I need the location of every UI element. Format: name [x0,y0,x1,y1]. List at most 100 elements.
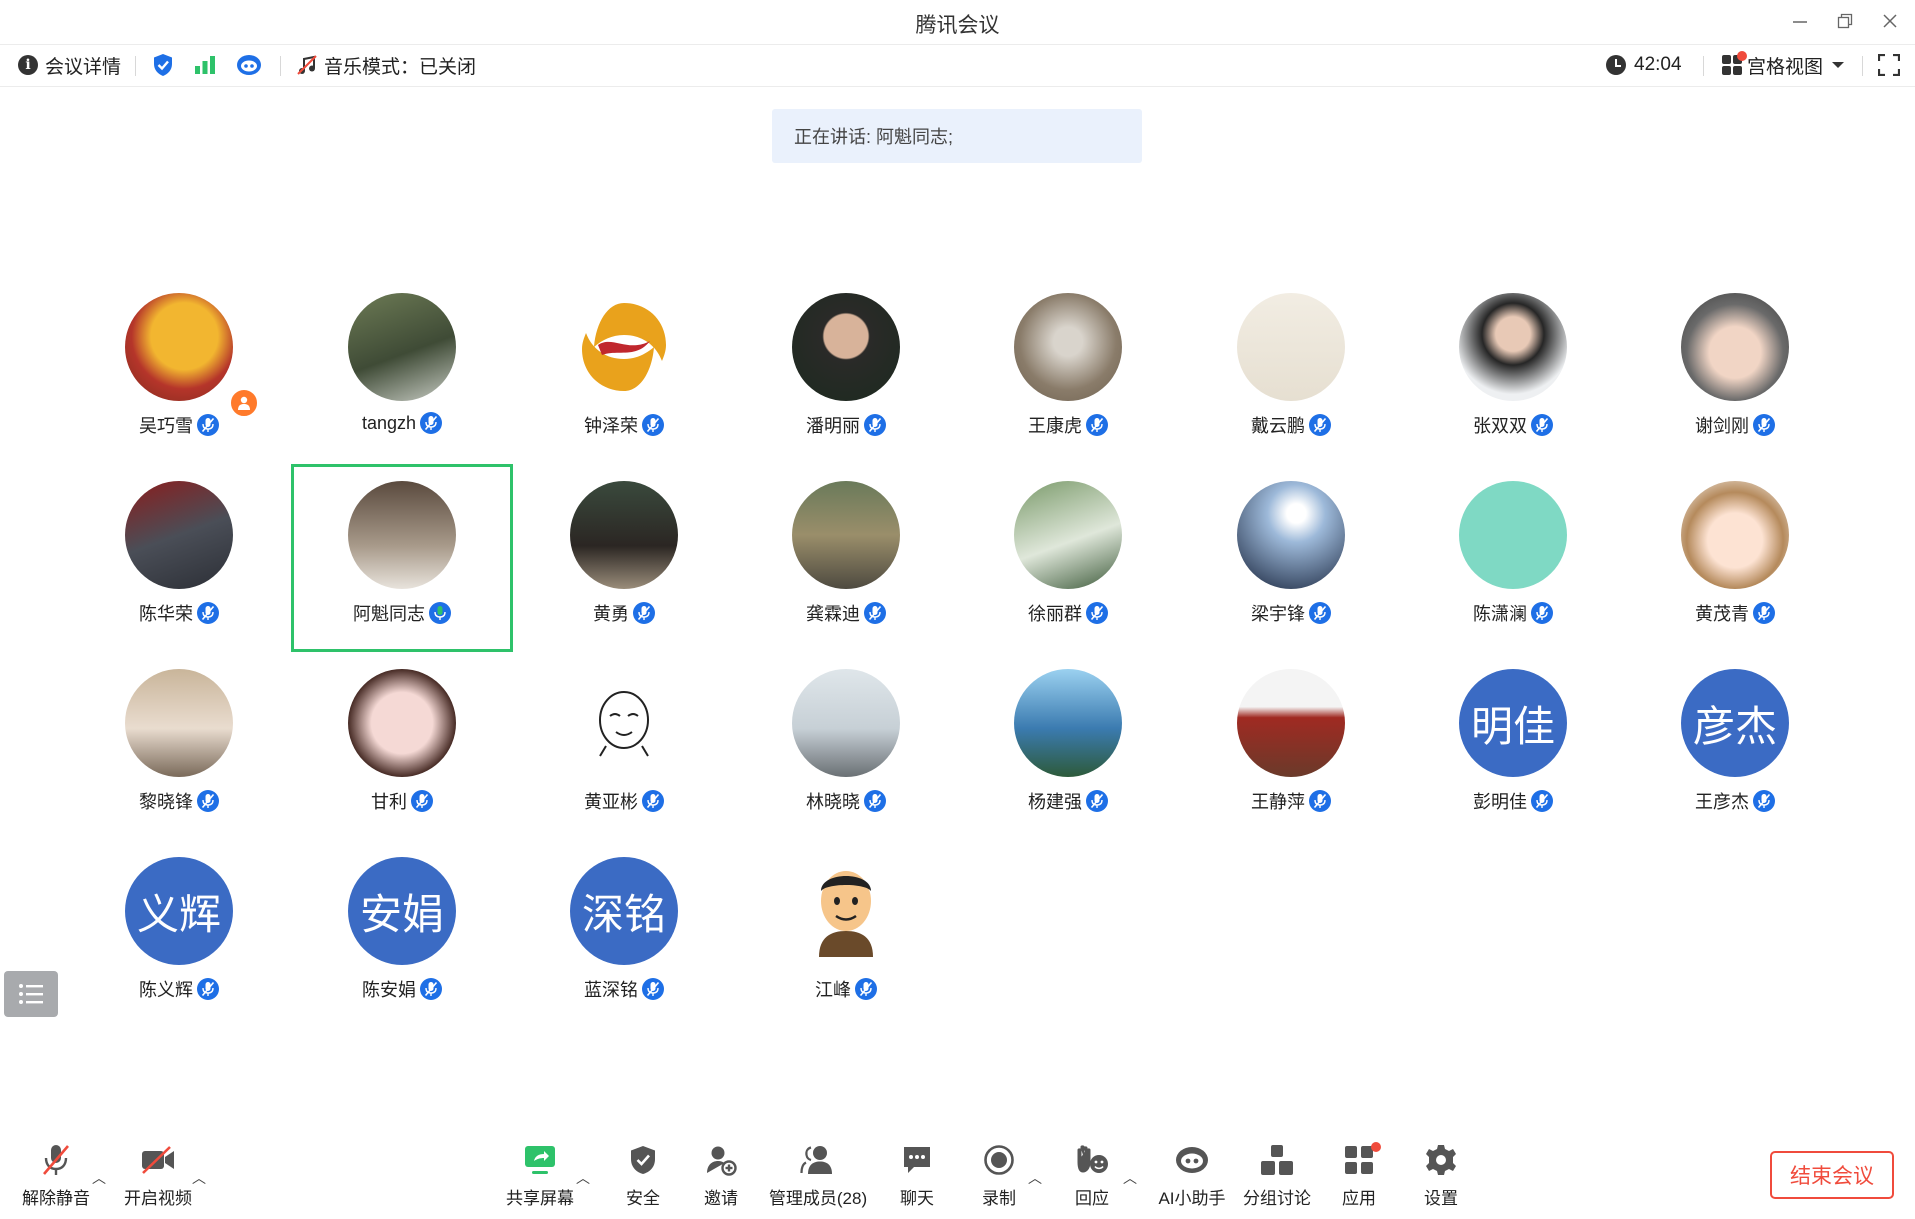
participant-name-row: 王彦杰 [1624,788,1846,814]
chat-button[interactable]: 聊天 [892,1140,942,1210]
cartoon-avatar-icon [819,871,873,957]
minimize-button[interactable] [1780,6,1820,36]
participant-tile[interactable]: 吴巧雪 [68,276,290,464]
record-options-caret[interactable]: ︿ [1028,1168,1042,1188]
participant-name-row: 王静萍 [1180,788,1402,814]
chat-bubble-icon [904,1147,930,1173]
participant-tile[interactable]: 黄勇 [513,464,735,652]
participant-tile[interactable]: tangzh [291,276,513,464]
avatar-initials: 彦杰 [1681,669,1789,777]
participant-name-row: 张双双 [1402,412,1624,438]
participant-name-row: tangzh [291,412,513,434]
timer-value: 42:04 [1634,54,1682,75]
participant-name: 阿魁同志 [353,604,425,624]
mic-muted-icon [420,412,443,434]
participant-tile[interactable]: 王静萍 [1180,652,1402,840]
start-video-label: 开启视频 [124,1189,192,1208]
manage-members-button[interactable]: 管理成员(28) [766,1140,870,1210]
participant-name-row: 蓝深铭 [513,976,735,1002]
mic-muted-icon [1086,414,1108,436]
breakout-rooms-button[interactable]: 分组讨论 [1242,1140,1312,1210]
mic-muted-icon [420,978,442,1000]
audio-options-caret[interactable]: ︿ [92,1168,106,1188]
apps-button[interactable]: 应用 [1334,1140,1384,1210]
security-status-button[interactable] [152,52,174,78]
avatar-initials: 明佳 [1459,669,1567,777]
participant-tile[interactable]: 陈潇澜 [1402,464,1624,652]
members-icon [800,1146,832,1174]
reactions-options-caret[interactable]: ︿ [1123,1168,1137,1188]
participant-name-row: 陈华荣 [68,600,290,626]
restore-button[interactable] [1825,6,1865,36]
participant-tile[interactable]: 彦杰 王彦杰 [1624,652,1846,840]
unmute-button[interactable]: 解除静音 [18,1140,94,1210]
participant-name: 陈潇澜 [1473,604,1527,624]
share-options-caret[interactable]: ︿ [576,1168,590,1188]
settings-label: 设置 [1424,1189,1458,1208]
video-options-caret[interactable]: ︿ [192,1168,206,1188]
participant-name: 王静萍 [1251,792,1305,812]
mic-muted-icon [411,790,433,812]
share-screen-icon [525,1146,555,1174]
participant-name-row: 彭明佳 [1402,788,1624,814]
avatar [125,293,233,401]
avatar-initials: 深铭 [570,857,678,965]
participant-tile[interactable]: 梁宇锋 [1180,464,1402,652]
ai-assistant-status-button[interactable] [236,52,262,78]
avatar-initials: 安娟 [348,857,456,965]
apps-label: 应用 [1342,1189,1376,1208]
chat-label: 聊天 [900,1189,934,1208]
share-screen-button[interactable]: 共享屏幕 [502,1140,578,1210]
participant-list-toggle-button[interactable] [4,971,58,1017]
participant-tile[interactable]: 陈华荣 [68,464,290,652]
participant-name-row: 谢剑刚 [1624,412,1846,438]
participant-tile[interactable]: 潘明丽 [735,276,957,464]
participant-tile[interactable]: 黎晓锋 [68,652,290,840]
network-status-button[interactable] [194,52,216,78]
participant-tile[interactable]: 钟泽荣 [513,276,735,464]
divider [135,56,136,76]
mic-muted-icon [197,978,219,1000]
fullscreen-button[interactable] [1878,52,1900,78]
meeting-details-button[interactable]: i 会议详情 [18,52,121,78]
view-layout-dropdown[interactable]: 宫格视图 [1722,51,1845,78]
settings-button[interactable]: 设置 [1416,1140,1466,1210]
participant-tile[interactable]: 深铭 蓝深铭 [513,840,735,1028]
participant-tile[interactable]: 杨建强 [957,652,1179,840]
participant-name-row: 吴巧雪 [68,412,290,438]
participant-tile[interactable]: 义辉 陈义辉 [68,840,290,1028]
participant-tile[interactable]: 甘利 [291,652,513,840]
music-mode-button[interactable]: 音乐模式：已关闭 [296,52,476,78]
participant-name-row: 江峰 [735,976,957,1002]
participant-tile[interactable]: 黄亚彬 [513,652,735,840]
security-label: 安全 [626,1189,660,1208]
avatar [1014,481,1122,589]
participant-tile[interactable]: 江峰 [735,840,957,1028]
participant-tile[interactable]: 阿魁同志 [291,464,513,652]
start-video-button[interactable]: 开启视频 [120,1140,196,1210]
meeting-details-label: 会议详情 [45,56,122,78]
end-meeting-button[interactable]: 结束会议 [1770,1151,1894,1199]
avatar [570,669,678,777]
reactions-button[interactable]: 回应 [1067,1140,1117,1210]
ai-assistant-button[interactable]: AI小助手 [1152,1140,1232,1210]
participant-name: 林晓晓 [806,792,860,812]
participant-tile[interactable]: 徐丽群 [957,464,1179,652]
participant-tile[interactable]: 张双双 [1402,276,1624,464]
participant-tile[interactable]: 明佳 彭明佳 [1402,652,1624,840]
participant-tile[interactable]: 林晓晓 [735,652,957,840]
security-button[interactable]: 安全 [618,1140,668,1210]
participant-tile[interactable]: 黄茂青 [1624,464,1846,652]
record-button[interactable]: 录制 [974,1140,1024,1210]
participant-tile[interactable]: 龚霖迪 [735,464,957,652]
shield-check-icon [154,54,172,76]
divider [1862,56,1863,76]
participant-tile[interactable]: 安娟 陈安娟 [291,840,513,1028]
participant-tile[interactable]: 王康虎 [957,276,1179,464]
participant-name: 甘利 [371,792,407,812]
host-user-icon [238,396,250,410]
invite-button[interactable]: 邀请 [696,1140,746,1210]
participant-tile[interactable]: 谢剑刚 [1624,276,1846,464]
close-button[interactable] [1870,6,1910,36]
participant-tile[interactable]: 戴云鹏 [1180,276,1402,464]
